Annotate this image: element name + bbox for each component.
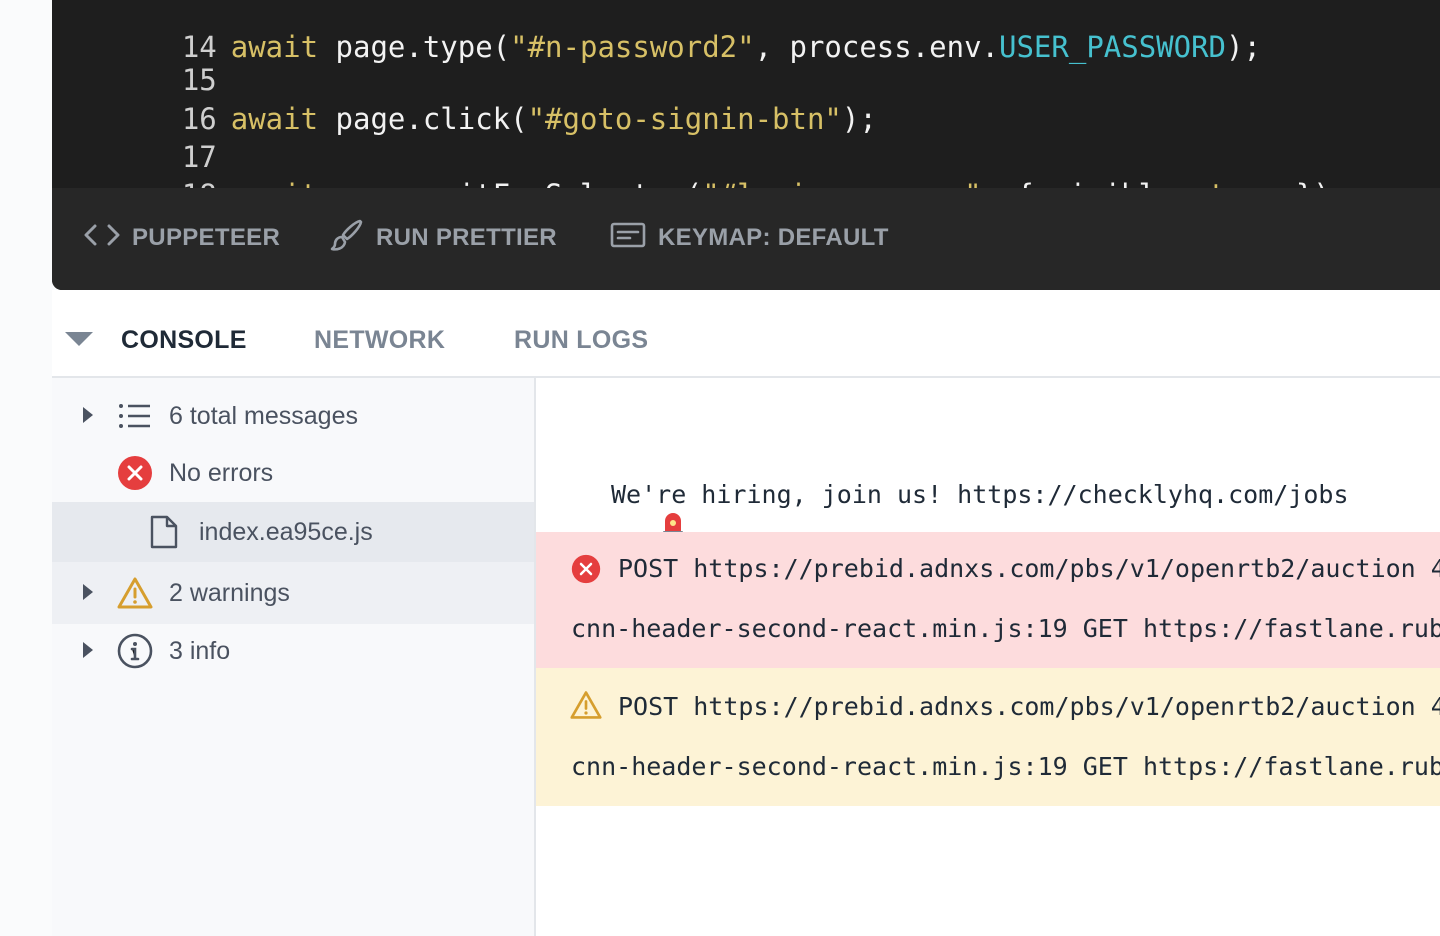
brush-icon	[330, 218, 376, 259]
sidebar-item-label: index.ea95ce.js	[199, 517, 373, 546]
code-brackets-icon	[84, 223, 132, 254]
file-icon	[150, 515, 178, 549]
run-prettier-button[interactable]: RUN PRETTIER	[330, 218, 557, 258]
caret-right-icon[interactable]	[82, 402, 94, 431]
code-text: , { visible:	[982, 178, 1209, 188]
sidebar-item-errors[interactable]: No errors	[52, 444, 534, 502]
code-editor[interactable]: 14 await page.type("#n-password2", proces…	[52, 0, 1440, 290]
sidebar-item-info[interactable]: 3 info	[52, 622, 534, 680]
code-text: );	[1226, 30, 1261, 64]
collapse-triangle-icon[interactable]	[64, 330, 94, 353]
sidebar-item-label: No errors	[169, 458, 274, 487]
sidebar-item-warnings[interactable]: 2 warnings	[52, 562, 534, 624]
editor-toolbar: PUPPETEER RUN PRETTIER KEYMAP: DEFAULT	[52, 188, 1440, 290]
code-boolean: true	[1209, 178, 1279, 188]
log-entry-info: We're hiring, join us! https://checklyhq…	[536, 480, 1440, 536]
code-text: page.click(	[318, 102, 528, 136]
keymap-label: KEYMAP: DEFAULT	[658, 224, 889, 251]
run-prettier-label: RUN PRETTIER	[376, 224, 557, 251]
console-log-panel[interactable]: We're hiring, join us! https://checklyhq…	[536, 378, 1440, 936]
info-icon	[117, 633, 153, 669]
log-message: We're hiring, join us! https://checklyhq…	[611, 480, 1349, 509]
sidebar-item-label: 2 warnings	[169, 578, 290, 607]
caret-right-icon[interactable]	[82, 637, 94, 666]
code-keyword: await	[230, 30, 319, 64]
code-line-15: 15	[52, 23, 231, 97]
code-text: page.waitForSelector(	[318, 178, 703, 188]
devtools-tabs: CONSOLE NETWORK RUN LOGS	[52, 290, 1440, 378]
code-line-17: 17	[52, 100, 231, 174]
keymap-button[interactable]: KEYMAP: DEFAULT	[610, 218, 889, 258]
log-message: POST https://prebid.adnxs.com/pbs/v1/ope…	[618, 554, 1440, 583]
log-stack-trace: cnn-header-second-react.min.js:19 GET ht…	[571, 752, 1440, 781]
code-string: "#goto-signin-btn"	[527, 102, 842, 136]
puppeteer-button[interactable]: PUPPETEER	[84, 218, 280, 258]
log-stack-trace: cnn-header-second-react.min.js:19 GET ht…	[571, 614, 1440, 643]
error-icon	[571, 554, 601, 589]
error-icon	[117, 455, 153, 491]
log-entry-warning: POST https://prebid.adnxs.com/pbs/v1/ope…	[536, 668, 1440, 806]
keyboard-icon	[610, 221, 658, 256]
sidebar-item-label: 3 info	[169, 636, 231, 665]
code-constant: USER_PASSWORD	[999, 30, 1226, 64]
sidebar-item-file[interactable]: index.ea95ce.js	[52, 502, 534, 562]
code-text: );	[841, 102, 877, 136]
warning-icon	[570, 690, 602, 725]
warning-icon	[117, 577, 153, 609]
console-sidebar: 6 total messages No errors index.ea95ce.…	[52, 378, 536, 936]
sidebar-item-total-messages[interactable]: 6 total messages	[52, 387, 534, 445]
log-message: POST https://prebid.adnxs.com/pbs/v1/ope…	[618, 692, 1440, 721]
code-line-14: 14 await page.type("#n-password2", proces…	[52, 0, 1261, 64]
code-keyword: await	[230, 102, 319, 136]
caret-right-icon[interactable]	[82, 579, 94, 608]
code-string: "#n-password2"	[510, 30, 755, 64]
log-entry-error: POST https://prebid.adnxs.com/pbs/v1/ope…	[536, 532, 1440, 668]
code-text: , process.env.	[754, 30, 1000, 64]
code-line-18: 18await page.waitForSelector("#login-mes…	[52, 138, 1348, 188]
code-line-19: 19	[52, 176, 231, 188]
code-line-16: 16 await page.click("#goto-signin-btn");	[52, 62, 877, 136]
list-icon	[118, 402, 152, 430]
sidebar-item-label: 6 total messages	[169, 401, 358, 430]
code-string: "#login-message"	[702, 178, 981, 188]
puppeteer-label: PUPPETEER	[132, 224, 281, 251]
code-keyword: await	[231, 178, 318, 188]
code-text: });	[1278, 178, 1348, 188]
tab-network[interactable]: NETWORK	[314, 326, 445, 355]
tab-run-logs[interactable]: RUN LOGS	[514, 326, 648, 355]
tab-console[interactable]: CONSOLE	[121, 326, 247, 355]
code-area[interactable]: 14 await page.type("#n-password2", proces…	[52, 0, 1440, 188]
code-text: page.type(	[318, 30, 511, 64]
